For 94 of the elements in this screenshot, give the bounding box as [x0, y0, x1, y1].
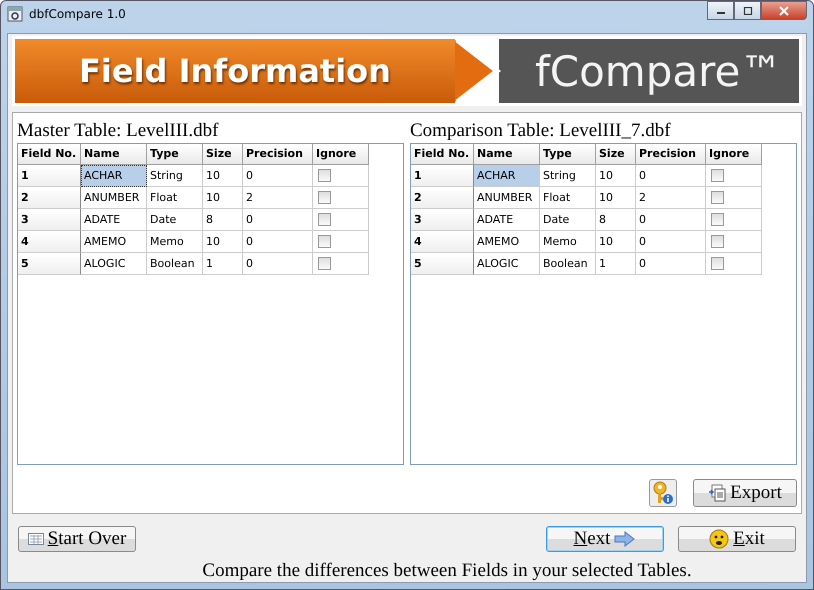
row-header[interactable]: 4 [411, 231, 474, 253]
column-header[interactable]: Size [596, 144, 636, 165]
column-header[interactable]: Type [147, 144, 203, 165]
checkbox[interactable] [318, 191, 331, 204]
key-info-button[interactable] [649, 479, 677, 507]
checkbox[interactable] [318, 235, 331, 248]
table-cell: 10 [596, 231, 636, 253]
row-header[interactable]: 1 [18, 165, 81, 187]
checkbox[interactable] [318, 213, 331, 226]
table-cell: 10 [203, 165, 243, 187]
checkbox[interactable] [711, 213, 724, 226]
checkbox[interactable] [711, 169, 724, 182]
table-cell: Memo [147, 231, 203, 253]
column-header[interactable]: Field No. [411, 144, 474, 165]
minimize-button[interactable] [707, 1, 734, 20]
table-cell: 0 [243, 253, 313, 275]
table-caption: Master Table: LevelIII.dbf [17, 119, 220, 143]
table-cell: 0 [636, 165, 706, 187]
row-header[interactable]: 5 [411, 253, 474, 275]
table-cell: 1 [203, 253, 243, 275]
column-header[interactable]: Ignore [706, 144, 762, 165]
row-header[interactable]: 5 [18, 253, 81, 275]
close-button[interactable] [761, 1, 807, 20]
column-header[interactable]: Type [540, 144, 596, 165]
column-header[interactable]: Field No. [18, 144, 81, 165]
sad-face-icon [709, 529, 730, 549]
status-text: Compare the differences between Fields in your selected Tables. [201, 559, 693, 582]
column-header[interactable]: Name [81, 144, 147, 165]
checkbox[interactable] [318, 257, 331, 270]
table-cell: 0 [636, 209, 706, 231]
table-cell: 2 [636, 187, 706, 209]
table-cell[interactable]: AMEMO [474, 231, 540, 253]
key-info-icon [652, 481, 674, 505]
maximize-button[interactable] [734, 1, 761, 20]
table-cell[interactable]: ANUMBER [81, 187, 147, 209]
table-cell[interactable]: ACHAR [474, 165, 540, 187]
table-cell: 0 [636, 253, 706, 275]
column-header[interactable]: Precision [636, 144, 706, 165]
table-cell: 8 [596, 209, 636, 231]
table-cell: String [147, 165, 203, 187]
document-icon [708, 484, 726, 502]
table-cell: Date [540, 209, 596, 231]
row-header[interactable]: 2 [18, 187, 81, 209]
row-header[interactable]: 2 [411, 187, 474, 209]
table-cell: Memo [540, 231, 596, 253]
table-cell: 0 [243, 165, 313, 187]
table-cell: 8 [203, 209, 243, 231]
column-header[interactable]: Precision [243, 144, 313, 165]
banner-title: Field Information [79, 52, 391, 90]
table-cell: 1 [596, 253, 636, 275]
table-cell[interactable]: AMEMO [81, 231, 147, 253]
checkbox[interactable] [711, 257, 724, 270]
row-header[interactable]: 3 [411, 209, 474, 231]
table-cell[interactable]: ANUMBER [474, 187, 540, 209]
table-cell: 10 [203, 231, 243, 253]
column-header[interactable]: Name [474, 144, 540, 165]
close-icon [778, 6, 790, 16]
next-button[interactable]: Next [546, 526, 664, 552]
table-cell: 0 [243, 209, 313, 231]
table-cell: 10 [596, 165, 636, 187]
table-cell[interactable]: ACHAR [81, 165, 147, 187]
window-title: dbfCompare 1.0 [29, 7, 126, 21]
table-cell[interactable]: ADATE [81, 209, 147, 231]
app-icon [7, 6, 23, 22]
table-cell[interactable]: ALOGIC [474, 253, 540, 275]
table-cell[interactable]: ALOGIC [81, 253, 147, 275]
column-header[interactable]: Ignore [313, 144, 369, 165]
arrow-right-icon [614, 531, 636, 547]
row-header[interactable]: 3 [18, 209, 81, 231]
table-cell: 0 [636, 231, 706, 253]
table-cell: 2 [243, 187, 313, 209]
exit-button[interactable]: Exit [678, 526, 796, 552]
table-cell: String [540, 165, 596, 187]
table-cell: 10 [596, 187, 636, 209]
table-cell: Float [147, 187, 203, 209]
table-cell: Boolean [147, 253, 203, 275]
checkbox[interactable] [711, 191, 724, 204]
start-button[interactable]: Start Over [18, 526, 136, 552]
checkbox[interactable] [711, 235, 724, 248]
checkbox[interactable] [318, 169, 331, 182]
grid-icon [28, 533, 44, 545]
table-cell: 0 [243, 231, 313, 253]
row-header[interactable]: 1 [411, 165, 474, 187]
table-cell: Float [540, 187, 596, 209]
export-button[interactable]: Export [693, 479, 797, 507]
column-header[interactable]: Size [203, 144, 243, 165]
table-cell: Boolean [540, 253, 596, 275]
row-header[interactable]: 4 [18, 231, 81, 253]
table-cell[interactable]: ADATE [474, 209, 540, 231]
table-cell: 10 [203, 187, 243, 209]
table-caption: Comparison Table: LevelIII_7.dbf [410, 119, 672, 143]
banner-brand: fCompare™ [535, 46, 782, 96]
table-cell: Date [147, 209, 203, 231]
maximize-icon [742, 6, 752, 14]
